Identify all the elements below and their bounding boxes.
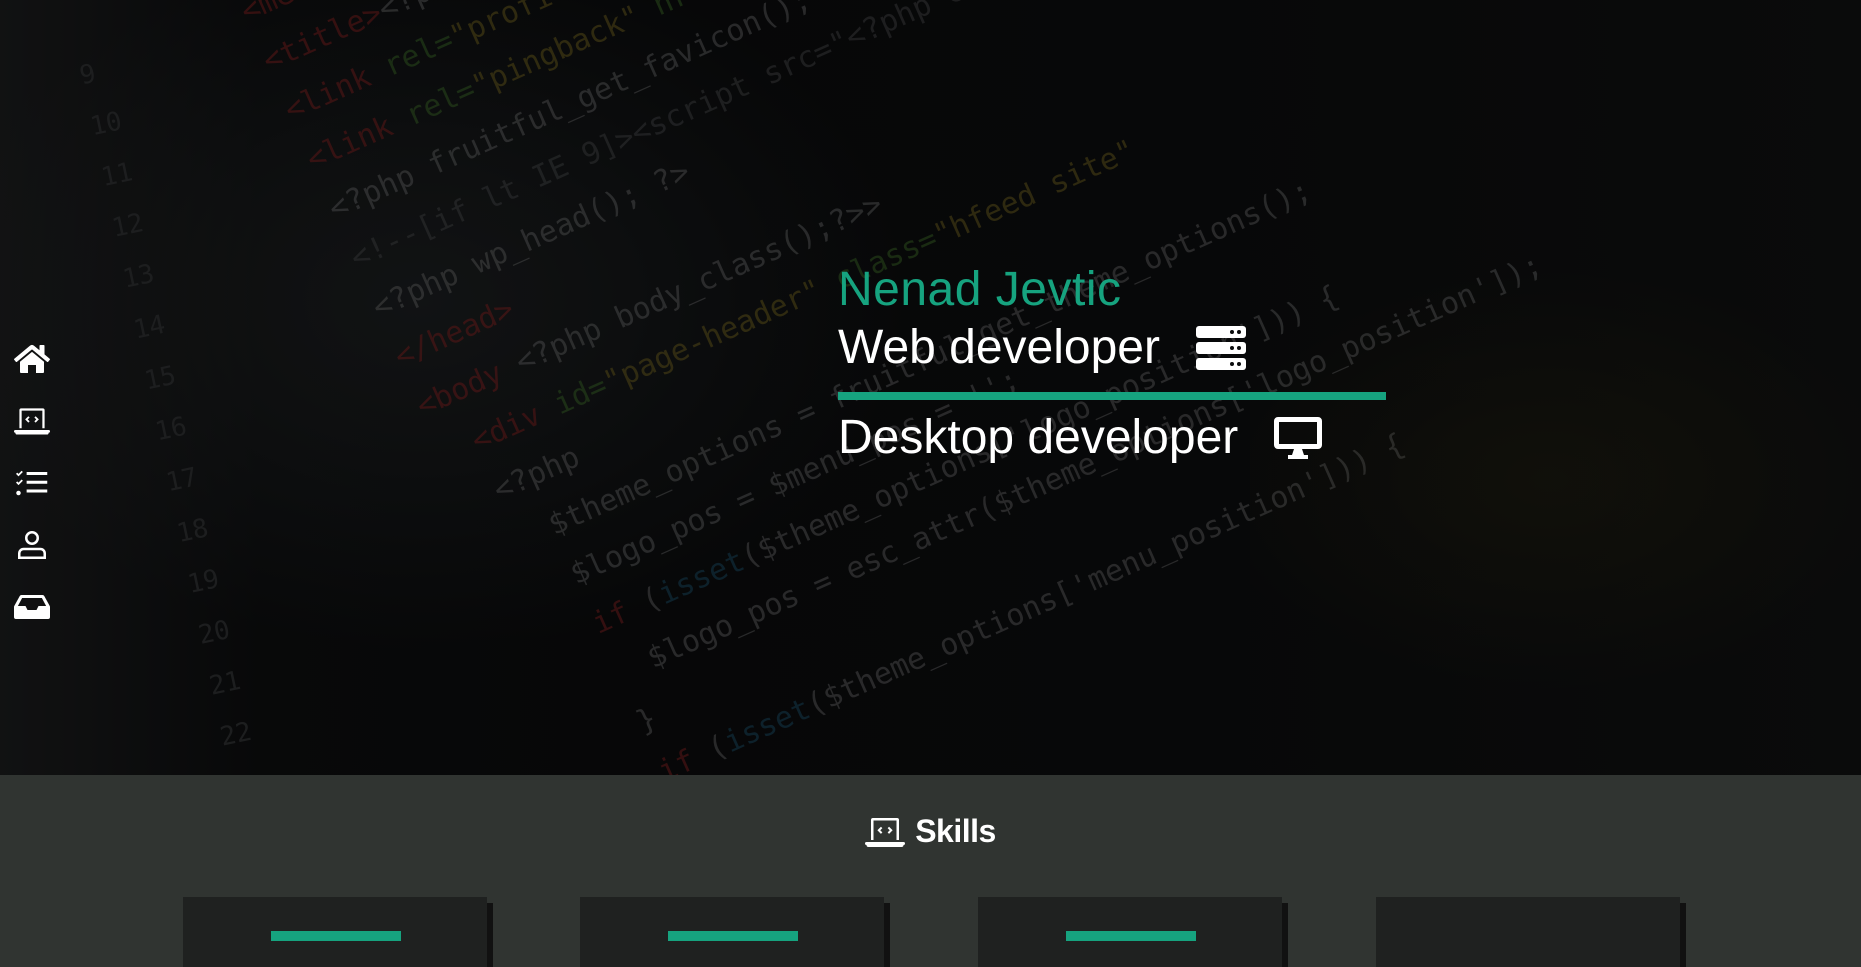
laptop-code-icon <box>14 408 50 435</box>
skill-accent-bar <box>668 931 798 941</box>
inbox-icon <box>14 594 50 619</box>
desktop-icon <box>1274 417 1323 459</box>
user-icon <box>18 531 46 559</box>
sidebar-item-projects[interactable] <box>10 464 54 502</box>
skills-heading: Skills <box>0 813 1861 850</box>
skill-accent-bar <box>271 931 401 941</box>
role-label: Desktop developer <box>838 411 1239 464</box>
home-icon <box>14 344 50 373</box>
skill-card <box>580 897 884 967</box>
server-icon <box>1195 326 1246 370</box>
hero-intro: Nenad Jevtic Web developer Desktop devel… <box>838 262 1386 468</box>
role-web-developer: Web developer <box>838 318 1386 378</box>
task-list-icon <box>16 470 48 496</box>
role-desktop-developer: Desktop developer <box>838 408 1386 468</box>
skills-title: Skills <box>915 813 996 849</box>
active-role-underline <box>838 392 1386 400</box>
sidebar-item-home[interactable] <box>10 340 54 378</box>
skill-card <box>1376 897 1680 967</box>
sidebar-item-contact[interactable] <box>10 588 54 626</box>
sidebar-item-skills[interactable] <box>10 402 54 440</box>
skill-accent-bar <box>1066 931 1196 941</box>
hero-name: Nenad Jevtic <box>838 263 1122 316</box>
sidebar-nav <box>0 340 64 626</box>
skills-section: Skills <box>0 775 1861 967</box>
skill-card <box>978 897 1282 967</box>
hero-section: 910111213141516171819202122 <meta charse… <box>0 0 1861 775</box>
sidebar-item-about[interactable] <box>10 526 54 564</box>
skill-card <box>183 897 487 967</box>
role-label: Web developer <box>838 321 1160 374</box>
laptop-code-icon <box>865 817 906 847</box>
